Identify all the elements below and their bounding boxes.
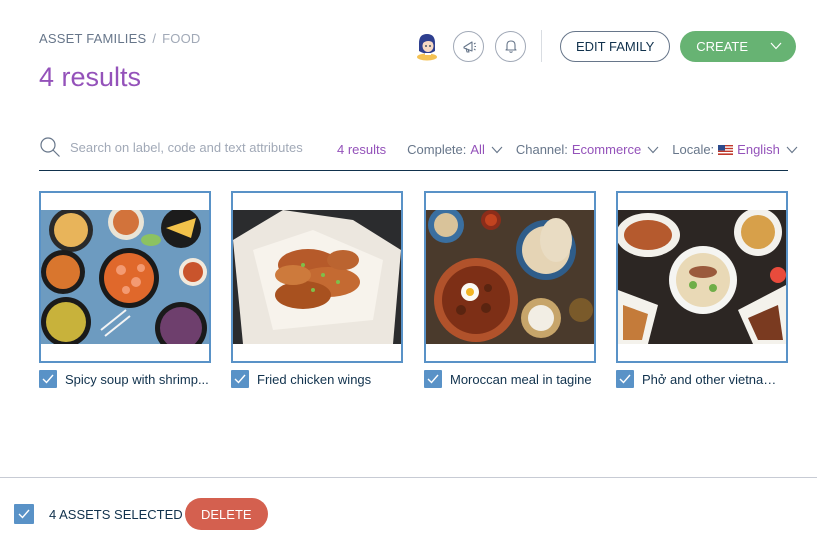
chevron-down-icon xyxy=(491,146,503,153)
asset-image-pho xyxy=(618,210,786,344)
selection-bar: 4 assets selected Delete xyxy=(0,477,817,540)
selected-count-text: 4 assets selected xyxy=(49,507,183,522)
locale-filter-value: English xyxy=(737,142,780,157)
asset-label-row: Fried chicken wings xyxy=(231,370,403,388)
asset-image-spicy-soup xyxy=(41,210,209,344)
locale-filter[interactable]: Locale: English xyxy=(672,142,798,157)
select-all-checkbox[interactable] xyxy=(14,504,34,524)
chevron-down-icon xyxy=(647,146,659,153)
notifications-button[interactable] xyxy=(495,30,526,62)
create-button[interactable]: Create xyxy=(680,30,797,62)
asset-card: Fried chicken wings xyxy=(231,191,403,388)
asset-thumbnail[interactable] xyxy=(616,191,788,363)
megaphone-icon xyxy=(462,41,476,53)
asset-thumbnail[interactable] xyxy=(231,191,403,363)
asset-image-fried-chicken xyxy=(233,210,401,344)
checkmark-icon xyxy=(427,374,439,384)
asset-checkbox[interactable] xyxy=(231,370,249,388)
breadcrumb-current: Food xyxy=(162,31,201,46)
search-input[interactable] xyxy=(70,140,320,155)
asset-label: Phở and other vietname... xyxy=(642,371,786,387)
asset-checkbox[interactable] xyxy=(39,370,57,388)
asset-card: Moroccan meal in tagine xyxy=(424,191,596,388)
asset-card: Spicy soup with shrimp... xyxy=(39,191,211,388)
asset-checkbox[interactable] xyxy=(424,370,442,388)
asset-thumbnail[interactable] xyxy=(39,191,211,363)
header-actions: Edit family Create xyxy=(414,30,798,62)
channel-filter-label: Channel: xyxy=(515,142,568,157)
header-divider xyxy=(541,30,542,62)
chevron-down-icon xyxy=(786,146,798,153)
asset-grid: Spicy soup with shrimp... Fried chicken … xyxy=(39,191,799,391)
complete-filter[interactable]: Complete: All xyxy=(407,142,503,157)
complete-filter-label: Complete: xyxy=(407,142,467,157)
breadcrumb-asset-families-link[interactable]: Asset families xyxy=(39,31,146,46)
filters: 4 results Complete: All Channel: Ecommer… xyxy=(337,142,811,157)
asset-thumbnail[interactable] xyxy=(424,191,596,363)
asset-label: Moroccan meal in tagine xyxy=(450,371,592,387)
us-flag-icon xyxy=(718,144,734,155)
result-count: 4 results xyxy=(337,142,387,157)
asset-label-row: Spicy soup with shrimp... xyxy=(39,370,211,388)
asset-checkbox[interactable] xyxy=(616,370,634,388)
asset-label-row: Phở and other vietname... xyxy=(616,370,788,388)
asset-label: Fried chicken wings xyxy=(257,371,372,387)
announcements-button[interactable] xyxy=(453,30,484,62)
page-title: 4 results xyxy=(39,62,142,92)
checkmark-icon xyxy=(234,374,246,384)
checkmark-icon xyxy=(42,374,54,384)
channel-filter-value: Ecommerce xyxy=(571,142,642,157)
search-bar: 4 results Complete: All Channel: Ecommer… xyxy=(39,134,798,171)
checkmark-icon xyxy=(18,509,30,519)
channel-filter[interactable]: Channel: Ecommerce xyxy=(516,142,659,157)
breadcrumb: Asset families / Food xyxy=(39,31,201,46)
edit-family-button[interactable]: Edit family xyxy=(560,30,671,62)
user-avatar-icon[interactable] xyxy=(414,31,440,61)
complete-filter-value: All xyxy=(470,142,485,157)
breadcrumb-separator: / xyxy=(152,31,157,46)
search-icon xyxy=(40,137,60,157)
asset-card: Phở and other vietname... xyxy=(616,191,788,388)
asset-label-row: Moroccan meal in tagine xyxy=(424,370,596,388)
delete-button[interactable]: Delete xyxy=(185,498,268,530)
create-button-label: Create xyxy=(696,38,749,54)
checkmark-icon xyxy=(619,374,631,384)
locale-filter-label: Locale: xyxy=(672,142,715,157)
bell-icon xyxy=(504,40,517,53)
chevron-down-icon xyxy=(770,42,782,50)
asset-image-moroccan-tagine xyxy=(426,210,594,344)
asset-label: Spicy soup with shrimp... xyxy=(65,371,209,387)
